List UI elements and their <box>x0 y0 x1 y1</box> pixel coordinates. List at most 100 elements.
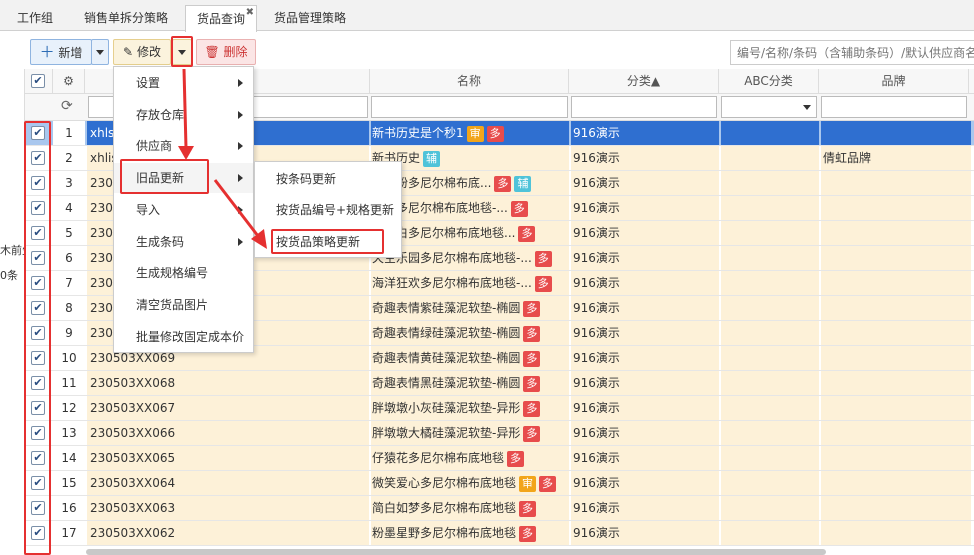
chevron-right-icon <box>238 238 243 246</box>
header-category[interactable]: 分类▲ <box>569 69 719 94</box>
header-name[interactable]: 名称 <box>370 69 569 94</box>
add-dropdown-button[interactable] <box>91 39 109 65</box>
row-number: 3 <box>53 171 85 195</box>
row-number: 7 <box>53 271 85 295</box>
tab-workgroup[interactable]: 工作组 <box>5 5 65 31</box>
select-all-checkbox[interactable]: ✔ <box>31 74 45 88</box>
chevron-down-icon <box>96 50 104 55</box>
filter-category-input[interactable] <box>571 96 717 118</box>
brand-cell <box>821 521 971 545</box>
tag-badge: 多 <box>519 525 537 542</box>
brand-cell <box>821 496 971 520</box>
edit-button[interactable]: ✎ 修改 <box>113 39 171 65</box>
code-cell: 230503XX067 <box>87 396 369 420</box>
category-cell: 916演示 <box>571 446 719 470</box>
tab-goods-query[interactable]: 货品查询 ✖ <box>185 5 257 32</box>
tag-badge: 多 <box>518 225 536 242</box>
category-cell: 916演示 <box>571 321 719 345</box>
table-row[interactable]: ✔ 11 230503XX068 奇趣表情黑硅藻泥软垫-椭圆多 916演示 <box>25 371 974 396</box>
refresh-icon[interactable]: ⟳ <box>61 98 73 114</box>
search-input[interactable] <box>730 40 974 65</box>
tab-goods-policy[interactable]: 货品管理策略 <box>262 5 358 31</box>
submenu-item-by-code-spec[interactable]: 按货品编号+规格更新 <box>255 196 401 224</box>
menu-item-clear-images[interactable]: 清空货品图片 <box>114 290 253 320</box>
menu-item-storage[interactable]: 存放仓库 <box>114 100 253 130</box>
tag-badge: 辅 <box>514 175 532 192</box>
row-number: 12 <box>53 396 85 420</box>
table-row[interactable]: ✔ 12 230503XX067 胖墩墩小灰硅藻泥软垫-异形多 916演示 <box>25 396 974 421</box>
close-icon[interactable]: ✖ <box>246 0 254 26</box>
table-row[interactable]: ✔ 16 230503XX063 简白如梦多尼尔棉布底地毯多 916演示 <box>25 496 974 521</box>
table-row[interactable]: ✔ 14 230503XX065 仔猿花多尼尔棉布底地毯多 916演示 <box>25 446 974 471</box>
tag-badge: 多 <box>519 500 537 517</box>
filter-abc-select[interactable] <box>721 96 817 118</box>
tab-bar: 工作组 销售单拆分策略 货品查询 ✖ 货品管理策略 <box>0 0 974 32</box>
highlight-by-policy <box>271 229 384 254</box>
tab-sales-split[interactable]: 销售单拆分策略 <box>72 5 180 31</box>
chevron-right-icon <box>238 174 243 182</box>
category-cell: 916演示 <box>571 221 719 245</box>
menu-item-spec-code[interactable]: 生成规格编号 <box>114 258 253 288</box>
row-number: 6 <box>53 246 85 270</box>
settings-icon[interactable]: ⚙ <box>53 69 85 94</box>
chevron-down-icon <box>803 105 811 110</box>
menu-item-batch-cost[interactable]: 批量修改固定成本价 <box>114 322 253 352</box>
row-number: 2 <box>53 146 85 170</box>
abc-cell <box>721 421 819 445</box>
row-number: 17 <box>53 521 85 545</box>
category-cell: 916演示 <box>571 146 719 170</box>
left-fragment: 0条 <box>0 269 18 282</box>
table-row[interactable]: ✔ 15 230503XX064 微笑爱心多尼尔棉布底地毯审多 916演示 <box>25 471 974 496</box>
menu-item-import[interactable]: 导入 <box>114 195 253 225</box>
brand-cell <box>821 446 971 470</box>
delete-button[interactable]: 🗑 删除 <box>196 39 256 65</box>
abc-cell <box>721 446 819 470</box>
row-number: 1 <box>53 121 85 145</box>
row-number: 4 <box>53 196 85 220</box>
abc-cell <box>721 496 819 520</box>
category-cell: 916演示 <box>571 421 719 445</box>
code-cell: 230503XX063 <box>87 496 369 520</box>
row-number: 14 <box>53 446 85 470</box>
brand-cell <box>821 421 971 445</box>
filter-brand-input[interactable] <box>821 96 967 118</box>
select-all-cell[interactable]: ✔ <box>25 69 53 94</box>
filter-name-input[interactable] <box>371 96 568 118</box>
category-cell: 916演示 <box>571 196 719 220</box>
code-cell: 230503XX064 <box>87 471 369 495</box>
name-cell: 海洋狂欢多尼尔棉布底地毯-... 多 <box>371 271 569 295</box>
menu-item-settings[interactable]: 设置 <box>114 68 253 98</box>
name-cell: 粉墨星野多尼尔棉布底地毯多 <box>371 521 569 545</box>
submenu-item-by-barcode[interactable]: 按条码更新 <box>255 165 401 193</box>
abc-cell <box>721 171 819 195</box>
menu-item-barcode[interactable]: 生成条码 <box>114 227 253 257</box>
tag-badge: 多 <box>523 375 541 392</box>
add-button[interactable]: ＋ 新增 <box>30 39 92 65</box>
menu-item-supplier[interactable]: 供应商 <box>114 131 253 161</box>
row-number: 15 <box>53 471 85 495</box>
abc-cell <box>721 346 819 370</box>
code-cell: 230503XX066 <box>87 421 369 445</box>
brand-cell <box>821 396 971 420</box>
category-cell: 916演示 <box>571 271 719 295</box>
table-row[interactable]: ✔ 13 230503XX066 胖墩墩大橘硅藻泥软垫-异形多 916演示 <box>25 421 974 446</box>
tag-badge: 多 <box>523 325 541 342</box>
chevron-right-icon <box>238 79 243 87</box>
edit-dropdown-menu: 设置 存放仓库 供应商 旧品更新 导入 生成条码 生成规格编号 清空货品图片 批… <box>113 66 254 353</box>
highlight-dropdown <box>171 36 193 67</box>
horizontal-scrollbar[interactable] <box>86 549 826 555</box>
category-cell: 916演示 <box>571 171 719 195</box>
category-cell: 916演示 <box>571 396 719 420</box>
table-row[interactable]: ✔ 17 230503XX062 粉墨星野多尼尔棉布底地毯多 916演示 <box>25 521 974 546</box>
category-cell: 916演示 <box>571 496 719 520</box>
tag-badge: 辅 <box>423 150 441 167</box>
row-number: 5 <box>53 221 85 245</box>
category-cell: 916演示 <box>571 121 719 145</box>
tag-badge: 多 <box>494 175 512 192</box>
header-brand[interactable]: 品牌 <box>819 69 969 94</box>
tag-badge: 多 <box>539 475 557 492</box>
tag-badge: 多 <box>523 300 541 317</box>
header-abc[interactable]: ABC分类 <box>719 69 819 94</box>
code-cell: 230503XX062 <box>87 521 369 545</box>
row-number: 16 <box>53 496 85 520</box>
